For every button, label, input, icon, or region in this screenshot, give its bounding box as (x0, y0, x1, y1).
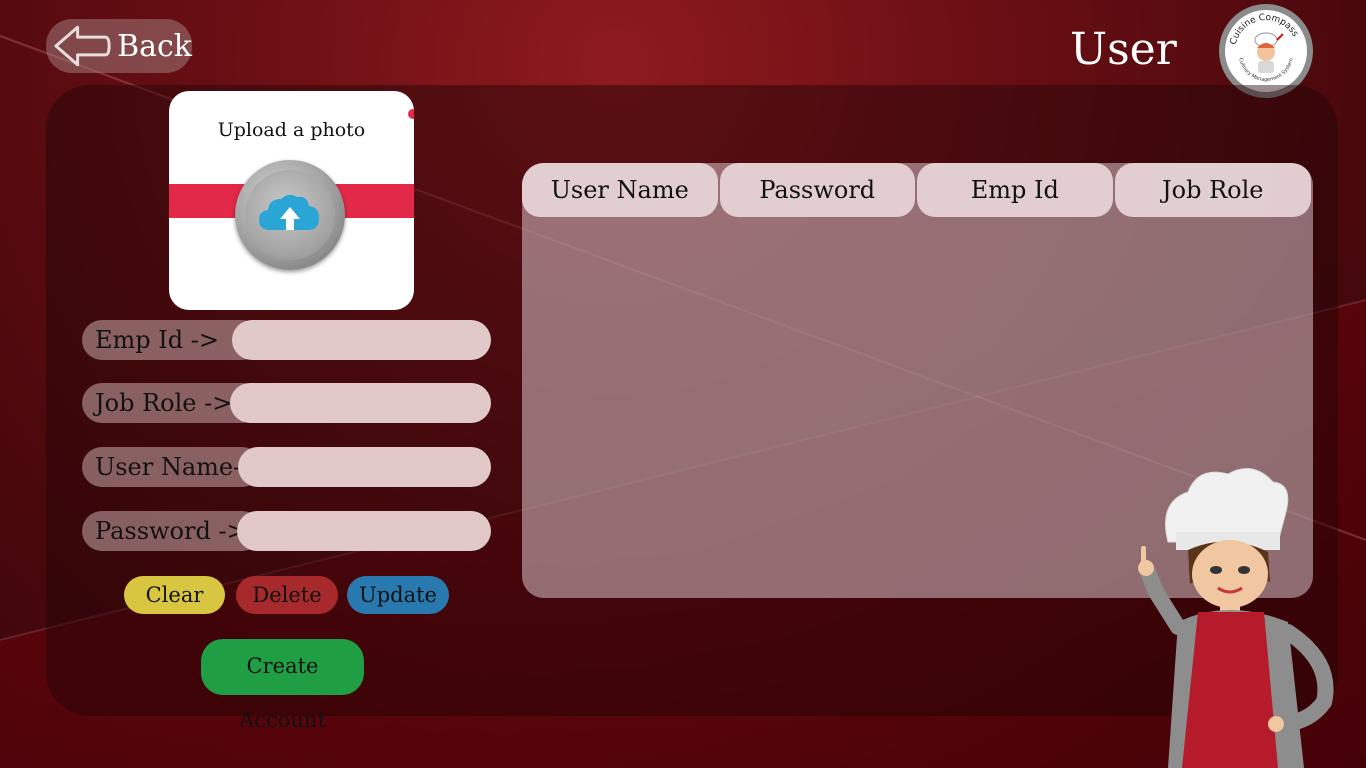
cloud-upload-icon (259, 194, 319, 230)
column-header-user-name[interactable]: User Name (522, 163, 718, 217)
update-button[interactable]: Update (347, 576, 449, 614)
create-account-button[interactable]: Create Account (201, 639, 364, 732)
back-button[interactable]: Back (46, 19, 192, 73)
upload-label: Upload a photo (217, 119, 366, 141)
chef-logo-icon: Cuisine Compass Culinary Management Syst… (1229, 13, 1300, 83)
user-name-row: User Name-> (82, 447, 491, 487)
password-row: Password -> (82, 511, 491, 551)
upload-dot (408, 109, 414, 119)
clear-button[interactable]: Clear (124, 576, 225, 614)
password-input[interactable] (237, 511, 491, 551)
emp-id-row: Emp Id -> (82, 320, 491, 360)
user-name-label: User Name-> (82, 447, 262, 487)
upload-circle (235, 160, 345, 270)
password-label: Password -> (82, 511, 262, 551)
job-role-row: Job Role -> (82, 383, 491, 423)
column-header-emp-id[interactable]: Emp Id (917, 163, 1113, 217)
job-role-input[interactable] (230, 383, 491, 423)
user-name-input[interactable] (238, 447, 491, 487)
upload-photo-button[interactable]: Upload a photo (169, 91, 414, 310)
chef-mascot-illustration (1138, 468, 1334, 768)
column-header-job-role[interactable]: Job Role (1114, 163, 1311, 217)
arrow-left-icon (54, 25, 111, 67)
table-header: User Name Password Emp Id Job Role (522, 163, 1313, 219)
back-label: Back (117, 28, 192, 64)
delete-button[interactable]: Delete (236, 576, 338, 614)
page-title: User (1070, 24, 1177, 75)
brand-logo: Cuisine Compass Culinary Management Syst… (1219, 4, 1313, 98)
emp-id-input[interactable] (232, 320, 491, 360)
column-header-password[interactable]: Password (719, 163, 915, 217)
